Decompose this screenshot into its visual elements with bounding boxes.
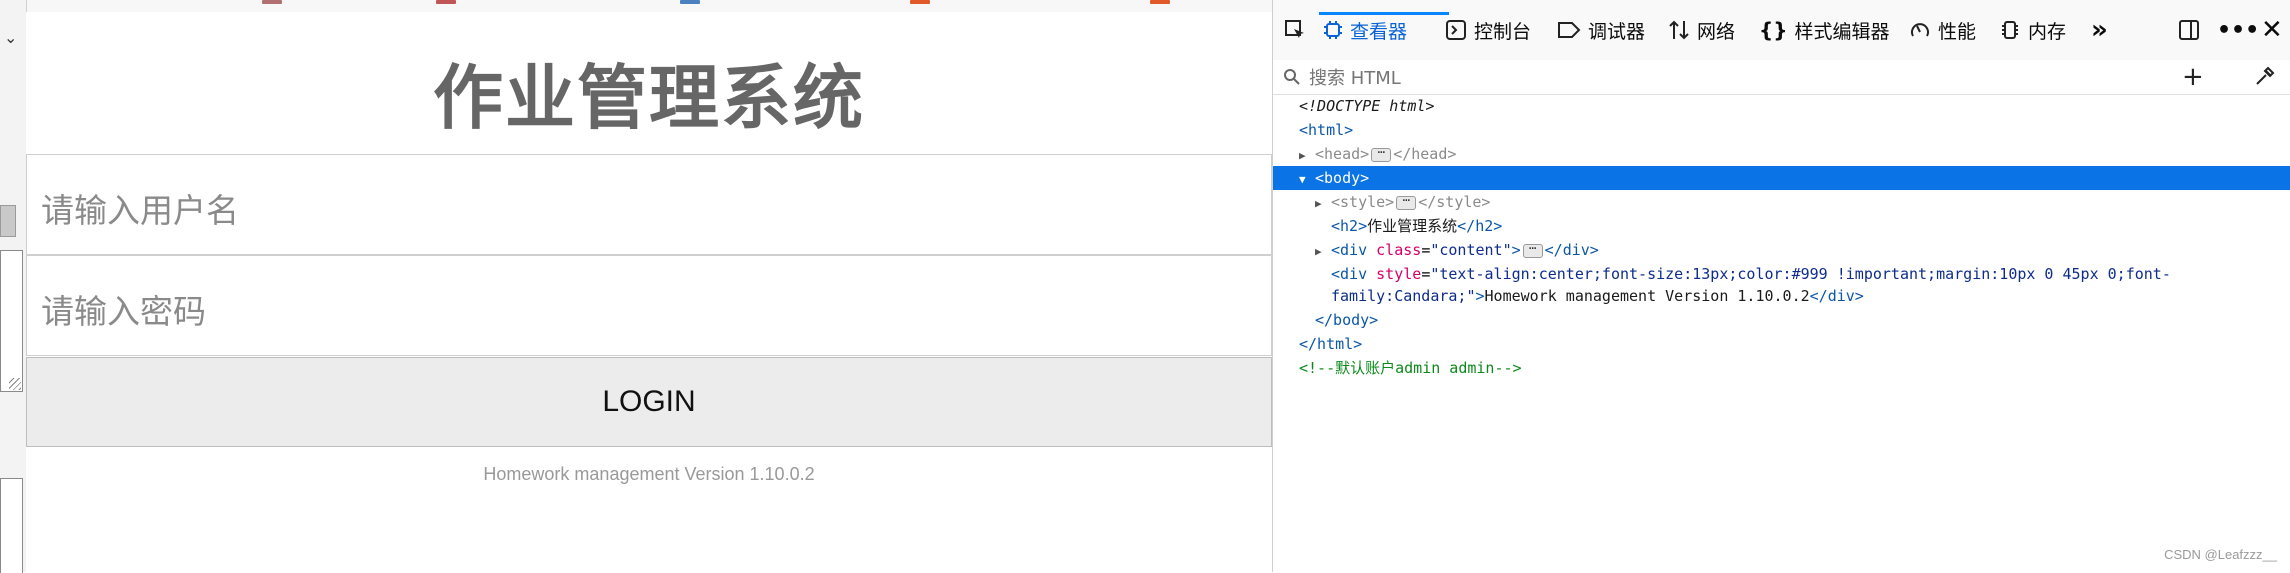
tab-network[interactable]: 网络 (1668, 0, 1735, 60)
password-placeholder: 请输入密码 (41, 292, 206, 331)
collapse-triangle-icon[interactable]: ▼ (1299, 168, 1315, 192)
tree-node-style[interactable]: ▶ <style> ⋯ </style> (1273, 190, 2290, 214)
login-page: 作业管理系统 请输入用户名 请输入密码 LOGIN Homework manag… (26, 12, 1272, 572)
tab-favicon (262, 0, 282, 4)
tab-memory[interactable]: 内存 (1999, 0, 2066, 60)
tab-console[interactable]: 控制台 (1445, 0, 1531, 60)
tab-favicon (680, 0, 700, 4)
password-input[interactable]: 请输入密码 (26, 255, 1272, 356)
console-icon (1446, 20, 1466, 40)
tree-node-html[interactable]: <html> (1273, 118, 2290, 142)
tree-node-html-close[interactable]: </html> (1273, 332, 2290, 356)
tab-favicon (1150, 0, 1170, 4)
tab-debugger[interactable]: 调试器 (1557, 0, 1645, 60)
markup-tree: <!DOCTYPE html> <html> ▶ <head> ⋯ </head> ▼… (1273, 94, 2290, 572)
page-title: 作业管理系统 (433, 57, 865, 139)
tab-label: 查看器 (1350, 20, 1408, 43)
tree-node-body-close[interactable]: </body> (1273, 308, 2290, 332)
expand-triangle-icon[interactable]: ▶ (1299, 144, 1315, 168)
tab-label: 内存 (2028, 20, 2067, 43)
side-box (0, 478, 23, 573)
tree-node-div-content[interactable]: ▶ <div class="content"> ⋯ </div> (1273, 238, 2290, 262)
tab-favicon (436, 0, 456, 4)
username-input[interactable]: 请输入用户名 (26, 154, 1272, 255)
login-button[interactable]: LOGIN (26, 357, 1272, 447)
textarea-box[interactable] (0, 250, 23, 392)
overflow-menu-icon[interactable]: ••• (2217, 0, 2259, 60)
tab-style-editor[interactable]: {} 样式编辑器 (1759, 0, 1890, 60)
inspector-icon (1324, 21, 1342, 39)
tree-node-doctype[interactable]: <!DOCTYPE html> (1273, 94, 2290, 118)
braces-icon: {} (1759, 18, 1788, 42)
devtools-toolbar: 查看器 控制台 调试器 网络 {} 样式编辑器 性能 内存 » ••• ✕ (1273, 0, 2290, 61)
eyedropper-icon[interactable] (2253, 66, 2275, 88)
tree-node-comment[interactable]: <!--默认账户admin admin--> (1273, 356, 2290, 380)
expand-triangle-icon[interactable]: ▶ (1315, 240, 1331, 264)
element-picker-icon[interactable] (1283, 0, 1307, 60)
tree-node-div-version-cont[interactable]: family:Candara;">Homework management Ver… (1273, 284, 2290, 308)
more-tabs-icon[interactable]: » (2091, 0, 2108, 60)
tab-performance[interactable]: 性能 (1909, 0, 1976, 60)
search-icon (1284, 69, 1300, 85)
chevron-down-icon[interactable]: ⌄ (4, 28, 17, 47)
tab-label: 控制台 (1474, 20, 1532, 43)
tree-node-body-selected[interactable]: ▼ <body> (1273, 166, 2290, 190)
tab-label: 调试器 (1588, 20, 1646, 43)
tab-label: 性能 (1938, 20, 1977, 43)
ellipsis-badge[interactable]: ⋯ (1522, 242, 1543, 258)
ellipsis-badge[interactable]: ⋯ (1371, 146, 1392, 162)
tab-label: 网络 (1697, 20, 1736, 43)
tree-node-head[interactable]: ▶ <head> ⋯ </head> (1273, 142, 2290, 166)
close-icon[interactable]: ✕ (2261, 0, 2283, 60)
html-search-bar: + (1273, 60, 2290, 95)
tab-inspector[interactable]: 查看器 (1323, 0, 1407, 60)
search-html-input[interactable] (1307, 64, 1911, 92)
ellipsis-badge[interactable]: ⋯ (1396, 194, 1417, 210)
scrollbar-thumb[interactable] (0, 205, 16, 237)
network-icon (1669, 20, 1689, 40)
dock-icon[interactable] (2177, 0, 2201, 60)
left-side-panel: ⌄ (0, 0, 27, 573)
username-placeholder: 请输入用户名 (41, 191, 239, 230)
watermark: CSDN @Leafzzz__ (2164, 547, 2277, 562)
tab-favicon (910, 0, 930, 4)
resize-grip-icon[interactable] (9, 378, 21, 390)
debugger-icon (1558, 22, 1581, 38)
memory-chip-icon (2002, 21, 2018, 39)
tree-node-div-version[interactable]: <div style="text-align:center;font-size:… (1273, 262, 2290, 284)
devtools-panel: 查看器 控制台 调试器 网络 {} 样式编辑器 性能 内存 » ••• ✕ 搜索… (1272, 0, 2290, 572)
gauge-icon (1911, 23, 1929, 37)
tree-node-h2[interactable]: <h2>作业管理系统</h2> (1273, 214, 2290, 238)
expand-triangle-icon[interactable]: ▶ (1315, 192, 1331, 216)
tab-label: 样式编辑器 (1794, 20, 1890, 43)
add-node-icon[interactable]: + (2182, 62, 2204, 92)
version-text: Homework management Version 1.10.0.2 (483, 464, 815, 484)
